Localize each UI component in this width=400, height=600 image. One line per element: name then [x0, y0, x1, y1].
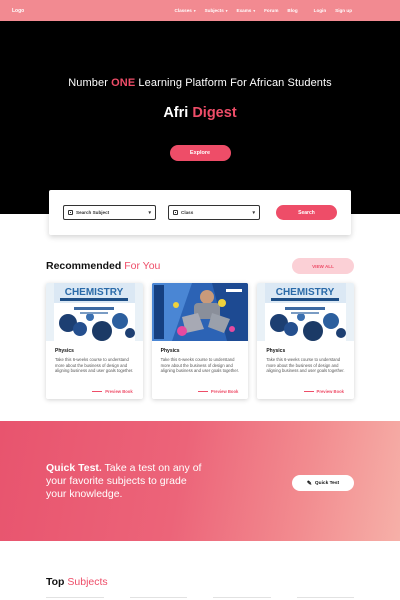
explore-button[interactable]: Explore — [169, 145, 231, 161]
top-navbar: Logo Classes ▾ Subjects ▾ Exams ▾ Forum Blo… — [0, 0, 400, 21]
logo[interactable]: Logo — [12, 8, 24, 14]
book-card[interactable]: CHEMISTRY Physics Take this 6-weeks cour… — [257, 283, 355, 399]
card-subject: Physics — [160, 348, 180, 354]
book-cover-chemistry: CHEMISTRY — [257, 283, 355, 341]
title-accent: Digest — [192, 105, 237, 121]
cover-title: CHEMISTRY — [65, 287, 124, 298]
nav-item-label: Forum — [264, 8, 279, 13]
dropdown-arrow-icon: ▾ — [148, 209, 151, 216]
book-cover-chemistry: CHEMISTRY — [46, 283, 143, 341]
link-line — [92, 391, 103, 392]
nav-item-forum[interactable]: Forum — [264, 8, 278, 13]
nav-item-exams[interactable]: Exams ▾ — [237, 8, 256, 13]
hero-tagline: Number ONE Learning Platform For African… — [68, 77, 332, 89]
nav-item-subjects[interactable]: Subjects ▾ — [205, 8, 228, 13]
tagline-text: Learning Platform For African Students — [135, 77, 332, 89]
preview-book-label: Preview Book — [105, 389, 133, 394]
chevron-down-icon: ▾ — [225, 8, 228, 13]
quick-test-text: Quick Test. Take a test on any of your f… — [46, 462, 206, 501]
quick-test-button[interactable]: ✎ Quick Test — [292, 475, 354, 491]
chevron-down-icon: ▾ — [253, 8, 256, 13]
cover-title: CHEMISTRY — [276, 287, 335, 298]
preview-book-label: Preview Book — [316, 389, 345, 394]
preview-book-link[interactable]: Preview Book — [197, 389, 239, 394]
search-button[interactable]: Search — [276, 205, 337, 220]
tagline-text: Number — [68, 77, 112, 89]
search-card: Search Subject ▾ Class ▾ Search — [49, 190, 351, 235]
preview-book-link[interactable]: Preview Book — [303, 389, 345, 394]
hero-section: Number ONE Learning Platform For African… — [0, 21, 400, 214]
class-select[interactable]: Class ▾ — [168, 205, 260, 220]
card-subject: Physics — [266, 348, 286, 354]
tagline-accent: ONE — [111, 77, 136, 89]
card-description: Take this 6-weeks course to understand m… — [266, 357, 345, 373]
subject-select-label: Search Subject — [76, 210, 110, 215]
quick-test-bold: Quick Test. — [46, 462, 102, 474]
pencil-icon: ✎ — [306, 480, 312, 487]
nav-item-classes[interactable]: Classes ▾ — [174, 8, 195, 13]
subject-select[interactable]: Search Subject ▾ — [63, 205, 156, 220]
link-line — [197, 391, 208, 392]
chevron-down-icon: ▾ — [193, 8, 196, 13]
book-icon — [68, 210, 73, 215]
card-subject: Physics — [55, 348, 74, 354]
title-bold: Top — [46, 576, 65, 588]
login-link[interactable]: Login — [314, 8, 327, 13]
quick-test-button-label: Quick Test — [314, 480, 340, 486]
title-main: Afri — [163, 105, 193, 121]
nav-item-label: Exams — [236, 8, 252, 13]
card-description: Take this 6-weeks course to understand m… — [55, 357, 134, 373]
title-light: Subjects — [64, 576, 108, 588]
nav-item-blog[interactable]: Blog — [287, 8, 297, 13]
book-card[interactable]: Physics Take this 6-weeks course to unde… — [151, 283, 249, 399]
nav-links: Classes ▾ Subjects ▾ Exams ▾ Forum Blog — [174, 8, 297, 13]
recommended-cards: CHEMISTRY Physics Take this 6-weeks cour… — [46, 283, 355, 399]
signup-link[interactable]: Sign up — [335, 8, 352, 13]
preview-book-link[interactable]: Preview Book — [92, 389, 133, 394]
nav-item-label: Blog — [287, 8, 298, 13]
book-cover-photo — [151, 283, 249, 341]
class-icon — [173, 210, 178, 215]
top-subjects-title: Top Subjects — [46, 576, 108, 588]
title-bold: Recommended — [46, 260, 122, 272]
nav-item-label: Classes — [174, 8, 192, 13]
link-line — [303, 391, 314, 392]
view-all-button[interactable]: VIEW ALL — [292, 258, 354, 274]
recommended-header: Recommended For You VIEW ALL — [46, 258, 354, 274]
section-title: Recommended For You — [46, 260, 160, 272]
dropdown-arrow-icon: ▾ — [252, 209, 255, 216]
hero-title: Afri Digest — [163, 105, 236, 121]
auth-links: Login Sign up — [314, 8, 352, 13]
title-light: For You — [121, 260, 161, 272]
preview-book-label: Preview Book — [210, 389, 239, 394]
card-description: Take this 6-weeks course to understand m… — [160, 357, 239, 373]
book-card[interactable]: CHEMISTRY Physics Take this 6-weeks cour… — [46, 283, 143, 399]
class-select-label: Class — [181, 210, 194, 215]
nav-item-label: Subjects — [204, 8, 224, 13]
